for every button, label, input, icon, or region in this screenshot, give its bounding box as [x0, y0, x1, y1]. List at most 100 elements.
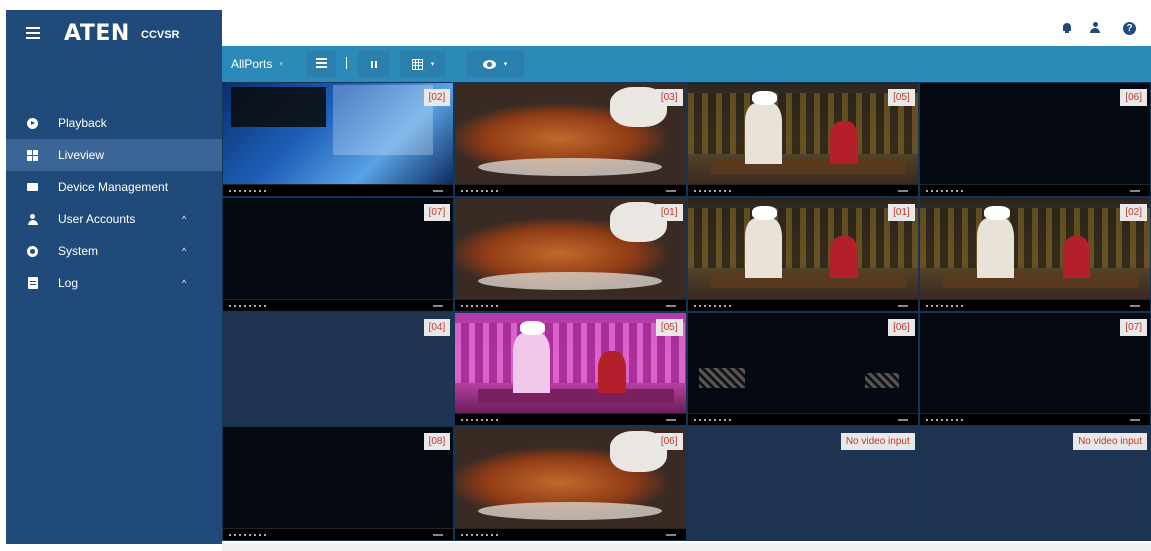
top-bar: ? [222, 10, 1151, 46]
video-tile[interactable]: [05] [687, 83, 918, 196]
user-icon [27, 213, 38, 225]
list-icon [315, 58, 327, 70]
video-feed [688, 313, 918, 414]
sidebar-item-label: User Accounts [58, 212, 136, 226]
sidebar-item-label: Device Management [58, 180, 169, 194]
video-tile[interactable]: [01] [687, 197, 918, 311]
video-tile[interactable]: [02] [223, 83, 454, 196]
player-controls-strip[interactable] [687, 183, 918, 196]
chevron-down-icon: ▾ [430, 61, 435, 68]
video-feed [223, 313, 453, 414]
player-controls-strip[interactable] [919, 183, 1150, 196]
video-feed [455, 197, 686, 299]
sidebar-item-playback[interactable]: Playback [6, 107, 222, 139]
video-tile[interactable]: [02] [919, 197, 1150, 311]
no-video-label: No video input [840, 433, 915, 451]
app-window: ATEN CCVSR Playback Liveview Device Mana… [0, 0, 1151, 551]
video-tile[interactable]: [05] [455, 312, 686, 426]
no-video-label: No video input [1073, 433, 1147, 451]
list-view-button[interactable] [306, 51, 336, 77]
video-feed [920, 313, 1150, 414]
video-grid: [02] [03] [05] [06] [07] [01] [01] [02] [04] [05]… [222, 82, 1151, 541]
player-controls-strip[interactable] [455, 298, 686, 311]
video-tile[interactable]: [04] [223, 312, 454, 426]
person-icon[interactable] [1089, 22, 1101, 34]
video-feed [687, 83, 918, 184]
product-name: CCVSR [141, 29, 180, 41]
sidebar: ATEN CCVSR Playback Liveview Device Mana… [6, 10, 222, 544]
play-icon [27, 117, 38, 129]
video-feed [919, 197, 1150, 299]
bell-icon[interactable] [1061, 22, 1073, 34]
video-tile[interactable]: [07] [223, 197, 454, 311]
port-label: [04] [423, 318, 451, 336]
port-label: [03] [655, 89, 683, 106]
video-feed [920, 83, 1150, 184]
player-controls-strip[interactable] [455, 413, 686, 426]
sidebar-item-log[interactable]: Log ^ [6, 267, 222, 299]
port-label: [01] [888, 203, 915, 221]
grid-icon [27, 149, 38, 161]
sidebar-item-liveview[interactable]: Liveview [6, 139, 222, 171]
video-tile[interactable]: No video input [687, 427, 918, 540]
player-controls-strip[interactable] [223, 183, 454, 196]
player-controls-strip[interactable] [455, 183, 686, 196]
video-feed [223, 83, 454, 184]
video-feed [687, 197, 918, 299]
port-label: [07] [423, 203, 451, 221]
hamburger-menu-icon[interactable] [26, 27, 40, 41]
player-controls-strip[interactable] [919, 413, 1150, 426]
eye-icon [482, 59, 496, 69]
sidebar-item-label: Playback [58, 116, 107, 130]
port-label: [06] [1120, 89, 1147, 106]
player-controls-strip[interactable] [223, 298, 454, 311]
port-label: [01] [655, 203, 683, 221]
chevron-up-icon[interactable]: ^ [182, 214, 186, 224]
help-icon[interactable]: ? [1123, 22, 1136, 35]
gear-icon [27, 245, 38, 257]
video-tile[interactable]: [06] [687, 312, 918, 426]
port-label: [06] [888, 318, 915, 336]
view-options-button[interactable]: ▾ [466, 51, 524, 77]
sidebar-item-system[interactable]: System ^ [6, 235, 222, 267]
pause-button[interactable] [358, 51, 390, 77]
video-tile[interactable]: [08] [223, 427, 454, 540]
player-controls-strip[interactable] [919, 298, 1150, 311]
video-tile[interactable]: [06] [919, 83, 1150, 196]
video-tile[interactable]: [06] [455, 427, 686, 540]
chevron-down-icon: ▾ [503, 61, 508, 68]
video-tile[interactable]: No video input [919, 427, 1150, 540]
pause-icon [370, 57, 378, 71]
chevron-up-icon[interactable]: ^ [182, 246, 186, 256]
video-feed [455, 427, 686, 528]
video-tile[interactable]: [07] [919, 312, 1150, 426]
sidebar-item-device-management[interactable]: Device Management [6, 171, 222, 203]
video-tile[interactable]: [01] [455, 197, 686, 311]
sidebar-item-label: System [58, 244, 99, 258]
footer [222, 543, 1151, 551]
sidebar-item-user-accounts[interactable]: User Accounts ^ [6, 203, 222, 235]
player-controls-strip[interactable] [223, 528, 454, 540]
chevron-up-icon[interactable]: ^ [182, 278, 186, 288]
brand-logo: ATEN [64, 21, 130, 46]
port-label: [08] [423, 433, 451, 451]
player-controls-strip[interactable] [687, 298, 918, 311]
port-label: [02] [423, 89, 451, 106]
port-label: [02] [1120, 203, 1147, 221]
layout-grid-icon [411, 58, 423, 70]
video-feed [455, 83, 686, 184]
port-label: [05] [888, 89, 915, 106]
sidebar-nav: Playback Liveview Device Management User… [6, 107, 222, 299]
video-feed [455, 312, 686, 414]
video-tile[interactable]: [03] [455, 83, 686, 196]
player-controls-strip[interactable] [455, 528, 686, 540]
video-feed [223, 198, 453, 299]
ports-select-label: AllPorts [231, 57, 273, 71]
layout-button[interactable]: ▾ [400, 51, 446, 77]
toolbar-divider [346, 57, 347, 69]
port-label: [06] [655, 433, 683, 451]
log-icon [27, 277, 38, 289]
player-controls-strip[interactable] [687, 413, 918, 426]
ports-select[interactable]: AllPorts ▾ [222, 51, 296, 77]
port-label: [05] [655, 318, 683, 336]
